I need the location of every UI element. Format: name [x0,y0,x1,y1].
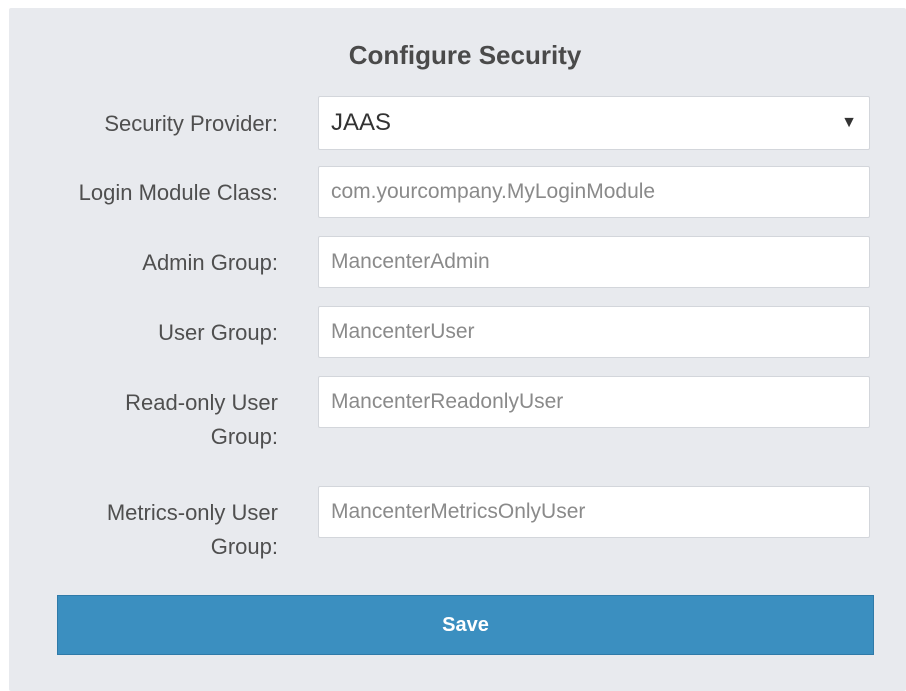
login-module-class-label: Login Module Class: [78,180,278,205]
user-group-field[interactable] [318,306,870,358]
login-module-class-input[interactable] [319,167,869,217]
admin-group-label: Admin Group: [142,250,278,275]
metrics-only-user-group-label: Metrics-only User Group: [106,500,278,559]
security-provider-select[interactable]: JAAS ▼ [318,96,870,150]
login-module-class-field[interactable] [318,166,870,218]
readonly-user-group-input[interactable] [319,377,869,427]
readonly-user-group-field[interactable] [318,376,870,428]
page-title: Configure Security [348,40,582,70]
save-button[interactable]: Save [57,595,874,655]
user-group-input[interactable] [319,307,869,357]
security-provider-label: Security Provider: [104,111,278,136]
chevron-down-icon: ▼ [841,114,857,131]
metrics-only-user-group-field[interactable] [318,486,870,538]
admin-group-field[interactable] [318,236,870,288]
admin-group-input[interactable] [319,237,869,287]
user-group-label: User Group: [158,320,278,345]
security-provider-value: JAAS [331,109,392,136]
readonly-user-group-label: Read-only User Group: [125,390,278,449]
metrics-only-user-group-input[interactable] [319,487,869,537]
